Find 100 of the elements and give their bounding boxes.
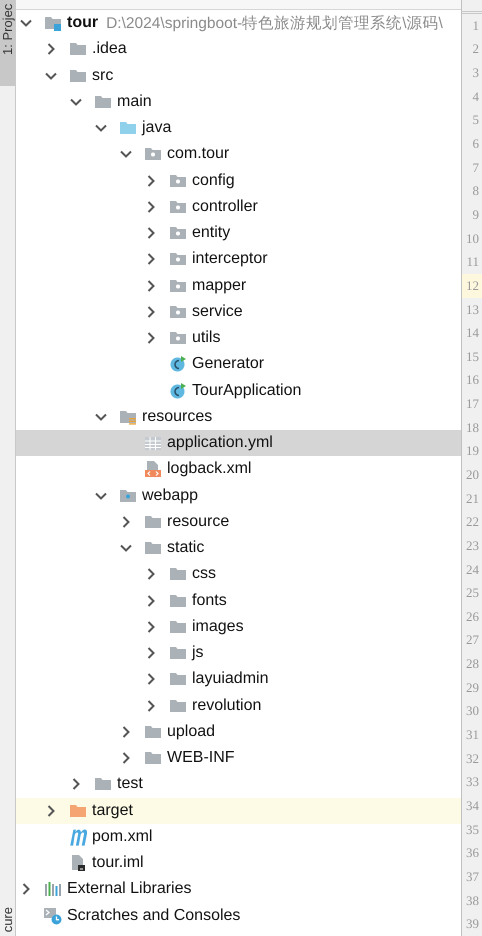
item-name: tour.iml — [92, 854, 144, 872]
item-name: application.yml — [167, 434, 273, 452]
tree-item[interactable]: logback.xml — [16, 456, 461, 482]
tree-item[interactable]: tour D:\2024\springboot-特色旅游规划管理系统\源码\ — [16, 10, 461, 36]
item-name: controller — [192, 198, 258, 216]
line-number: 25 — [465, 584, 480, 602]
item-name: test — [117, 775, 143, 794]
tree-item[interactable]: External Libraries — [16, 876, 461, 902]
tree-item[interactable]: static — [16, 535, 461, 562]
tree-item[interactable]: utils — [16, 325, 461, 352]
tree-item[interactable]: main — [16, 88, 461, 115]
line-number: 1 — [472, 16, 480, 35]
item-name: webapp — [142, 486, 198, 505]
item-name: Generator — [192, 355, 264, 374]
tree-item[interactable]: layuiadmin — [16, 666, 461, 692]
item-name: main — [117, 92, 152, 111]
tree-item[interactable]: com.tour — [16, 141, 461, 168]
line-number: 4 — [472, 88, 480, 106]
tree-item[interactable]: resources — [16, 404, 461, 430]
item-name: js — [192, 644, 204, 662]
item-name: layuiadmin — [192, 670, 268, 688]
line-number: 28 — [465, 655, 480, 674]
tree-item[interactable]: java — [16, 115, 461, 142]
tree-item[interactable]: images — [16, 614, 461, 640]
tree-item[interactable]: TourApplication — [16, 378, 461, 404]
tree-item[interactable]: src — [16, 62, 461, 89]
tree-item[interactable]: service — [16, 298, 461, 325]
libraries-icon — [44, 880, 62, 898]
tree-item[interactable]: entity — [16, 220, 461, 246]
line-number: 31 — [465, 726, 480, 744]
tree-item[interactable]: css — [16, 561, 461, 588]
tree-item[interactable]: tour.iml — [16, 850, 461, 876]
line-number: 6 — [472, 135, 480, 154]
line-number: 33 — [465, 773, 480, 792]
item-name: TourApplication — [192, 382, 302, 400]
line-number: 18 — [465, 418, 480, 437]
item-name: com.tour — [167, 145, 230, 164]
tree-item[interactable]: mapper — [16, 272, 461, 299]
line-number: 30 — [465, 702, 480, 720]
item-name: config — [192, 172, 235, 190]
class-icon — [169, 355, 187, 374]
line-number: 12 — [462, 274, 482, 298]
item-name: resources — [142, 408, 212, 426]
tree-item[interactable]: resource — [16, 508, 461, 535]
item-name: java — [142, 119, 172, 138]
tree-item[interactable]: Scratches and Consoles — [16, 902, 461, 929]
file-icon — [69, 854, 87, 872]
item-name: interceptor — [192, 250, 268, 268]
tree-item[interactable]: target — [16, 798, 461, 824]
tree-item[interactable]: test — [16, 771, 461, 798]
module-folder-icon — [44, 14, 62, 32]
line-number: 9 — [472, 206, 480, 224]
line-number: 26 — [465, 608, 480, 626]
line-number: 21 — [465, 490, 480, 508]
item-name: .idea — [92, 40, 127, 58]
tree-item[interactable]: application.yml — [16, 430, 461, 456]
item-name: resource — [167, 512, 230, 531]
tree-item[interactable]: Generator — [16, 351, 461, 378]
xml-file-icon — [144, 460, 162, 478]
tree-item[interactable]: fonts — [16, 588, 461, 614]
line-number: 24 — [465, 560, 480, 579]
line-number: 14 — [465, 324, 480, 342]
line-number: 23 — [465, 536, 480, 555]
line-number: 10 — [465, 230, 480, 248]
item-name: upload — [167, 722, 216, 741]
tree-item[interactable]: revolution — [16, 692, 461, 719]
tree-item[interactable]: pom.xml — [16, 824, 461, 850]
tree-item[interactable]: .idea — [16, 36, 461, 62]
line-number: 20 — [465, 466, 480, 484]
item-name: src — [92, 66, 114, 85]
line-number: 5 — [472, 111, 480, 130]
item-name: WEB-INF — [167, 749, 235, 768]
line-number: 8 — [472, 182, 480, 200]
line-number: 19 — [465, 442, 480, 460]
tree-item[interactable]: config — [16, 168, 461, 194]
item-name: revolution — [192, 696, 262, 715]
tree-item[interactable]: upload — [16, 718, 461, 745]
tree-item[interactable]: webapp — [16, 482, 461, 509]
line-number: 39 — [465, 915, 480, 934]
item-name: static — [167, 539, 204, 558]
tree-item[interactable]: js — [16, 640, 461, 666]
item-name: images — [192, 618, 244, 636]
tree-item[interactable]: interceptor — [16, 246, 461, 272]
line-number: 35 — [465, 820, 480, 839]
line-number: 15 — [465, 348, 480, 366]
item-name: entity — [192, 224, 230, 242]
structure-tab[interactable]: cure — [0, 902, 15, 936]
item-name: mapper — [192, 276, 246, 295]
tree-item[interactable]: WEB-INF — [16, 745, 461, 772]
item-name: tour — [67, 14, 98, 32]
item-name: Scratches and Consoles — [67, 906, 240, 925]
module-path: D:\2024\springboot-特色旅游规划管理系统\源码\ — [106, 14, 443, 34]
item-name: External Libraries — [67, 880, 192, 898]
line-number: 32 — [465, 750, 480, 768]
item-name: css — [192, 565, 216, 584]
line-number: 11 — [465, 253, 480, 272]
tree-item[interactable]: controller — [16, 194, 461, 220]
line-number: 3 — [472, 64, 480, 82]
project-tab[interactable]: 1: Projec — [0, 0, 15, 86]
line-number: 37 — [465, 868, 480, 886]
